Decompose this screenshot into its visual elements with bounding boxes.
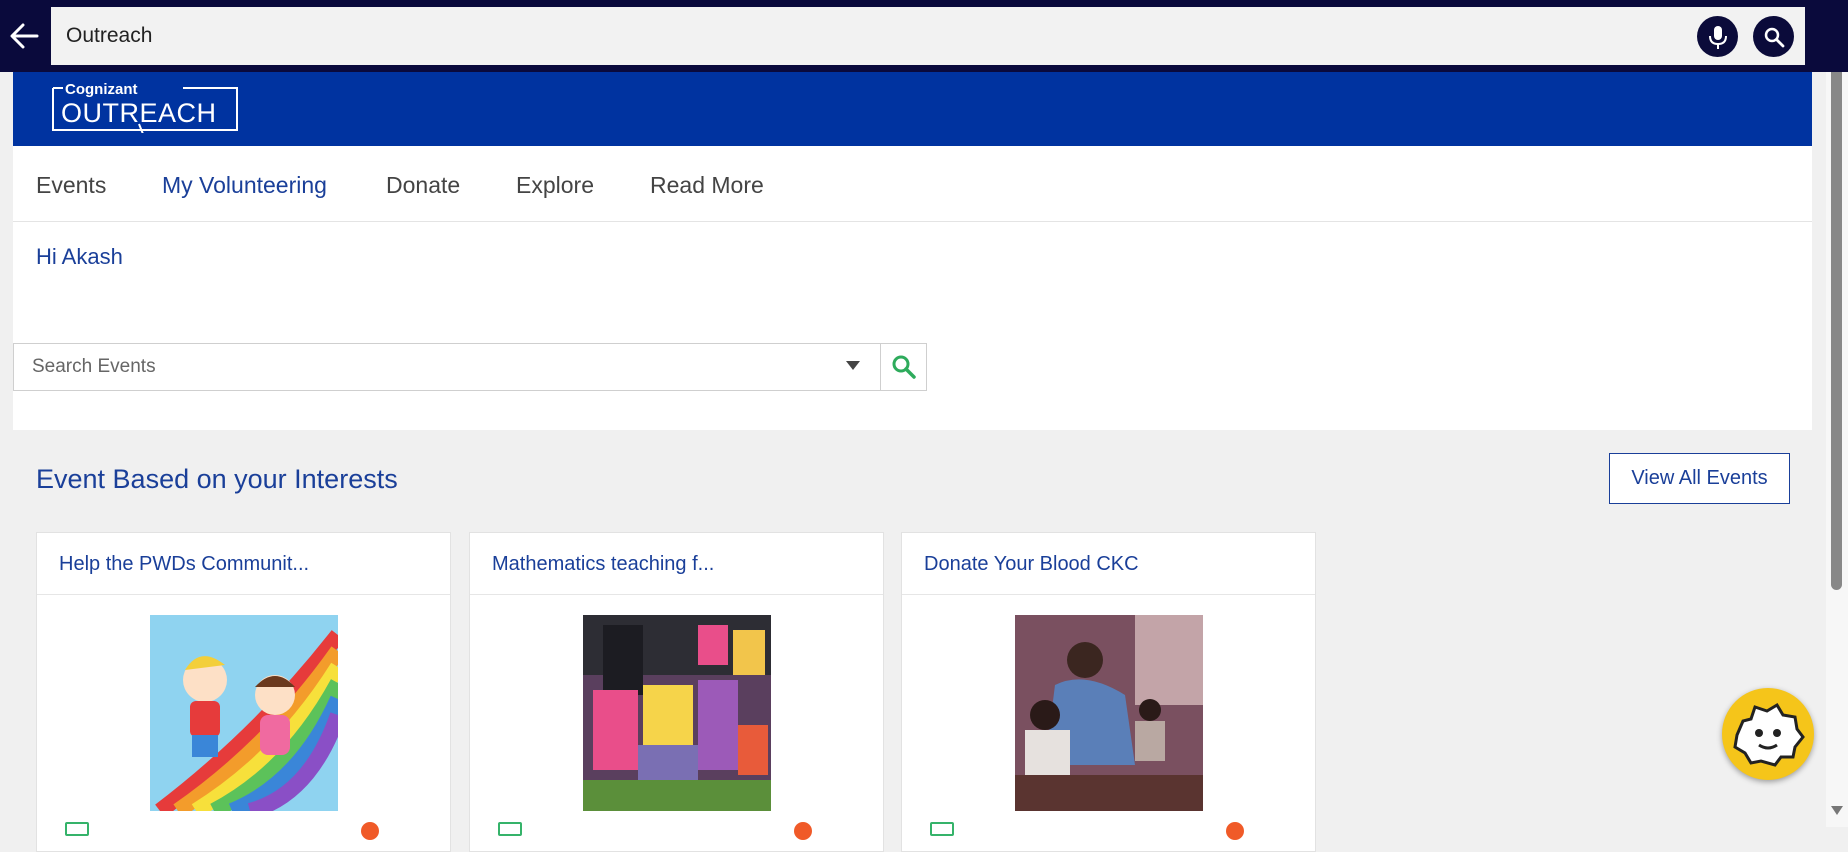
event-card-title[interactable]: Help the PWDs Communit... bbox=[59, 553, 309, 576]
location-icon bbox=[794, 822, 812, 840]
cognizant-outreach-logo[interactable]: Cognizant OUTREACH bbox=[51, 80, 239, 133]
view-all-events-button[interactable]: View All Events bbox=[1609, 453, 1790, 504]
event-card-title[interactable]: Donate Your Blood CKC bbox=[924, 553, 1139, 576]
back-button[interactable] bbox=[4, 14, 44, 58]
microphone-icon bbox=[1708, 25, 1727, 49]
search-icon bbox=[892, 355, 916, 379]
greeting-text: Hi Akash bbox=[36, 244, 123, 269]
location-icon bbox=[361, 822, 379, 840]
voice-search-button[interactable] bbox=[1697, 16, 1738, 57]
brand-bar: Cognizant OUTREACH bbox=[13, 66, 1812, 146]
event-image-kids-rainbow bbox=[150, 615, 338, 811]
event-image-classroom bbox=[1015, 615, 1203, 811]
event-card[interactable]: Help the PWDs Communit... bbox=[36, 532, 451, 852]
divider bbox=[37, 594, 450, 595]
chatbot-icon bbox=[1733, 702, 1805, 767]
welcome-panel: Hi Akash bbox=[13, 222, 1812, 430]
browser-search-input[interactable] bbox=[51, 7, 1671, 65]
svg-text:Cognizant: Cognizant bbox=[65, 81, 138, 98]
divider bbox=[902, 594, 1315, 595]
scroll-thumb[interactable] bbox=[1831, 34, 1842, 590]
event-card[interactable]: Mathematics teaching f... bbox=[469, 532, 884, 852]
event-card[interactable]: Donate Your Blood CKC bbox=[901, 532, 1316, 852]
nav-events[interactable]: Events bbox=[36, 172, 106, 199]
arrow-left-icon bbox=[10, 23, 39, 49]
chatbot-button[interactable] bbox=[1722, 688, 1814, 780]
section-title: Event Based on your Interests bbox=[36, 464, 398, 494]
calendar-icon bbox=[65, 822, 89, 836]
browser-search-bar bbox=[0, 0, 1848, 72]
event-search-button[interactable] bbox=[880, 344, 927, 390]
calendar-icon bbox=[498, 822, 522, 836]
browser-search-box bbox=[51, 7, 1805, 65]
nav-my-volunteering[interactable]: My Volunteering bbox=[162, 172, 327, 199]
nav-donate[interactable]: Donate bbox=[386, 172, 460, 199]
page: Cognizant OUTREACH Events My Volunteerin… bbox=[13, 0, 1814, 852]
divider bbox=[470, 594, 883, 595]
search-icon bbox=[1764, 27, 1784, 47]
location-icon bbox=[1226, 822, 1244, 840]
nav-read-more[interactable]: Read More bbox=[650, 172, 764, 199]
event-card-title[interactable]: Mathematics teaching f... bbox=[492, 553, 714, 576]
browser-search-button[interactable] bbox=[1753, 16, 1794, 57]
dropdown-caret-icon[interactable] bbox=[846, 361, 860, 370]
event-image-books bbox=[583, 615, 771, 811]
nav-explore[interactable]: Explore bbox=[516, 172, 594, 199]
event-search-combobox bbox=[13, 343, 927, 391]
main-nav: Events My Volunteering Donate Explore Re… bbox=[13, 146, 1812, 222]
event-search-input[interactable] bbox=[14, 344, 874, 390]
scroll-down-icon[interactable] bbox=[1831, 806, 1843, 815]
calendar-icon bbox=[930, 822, 954, 836]
page-scrollbar[interactable] bbox=[1826, 0, 1848, 827]
svg-text:OUTREACH: OUTREACH bbox=[61, 98, 217, 128]
